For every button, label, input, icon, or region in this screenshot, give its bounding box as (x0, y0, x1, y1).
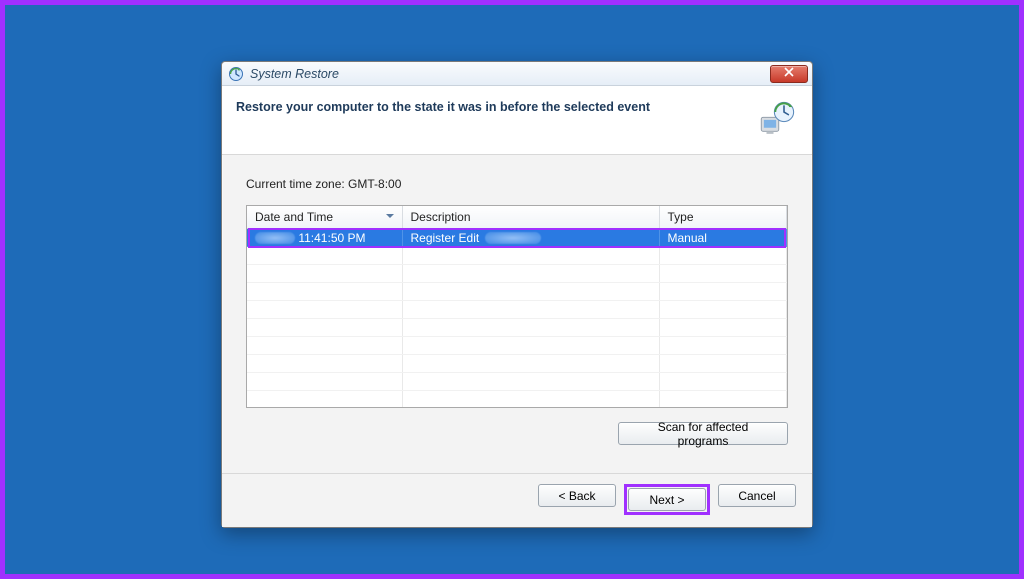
wizard-content: Current time zone: GMT-8:00 Date and Tim… (222, 155, 812, 473)
cell-description: Register Edit (402, 229, 659, 247)
page-heading: Restore your computer to the state it wa… (236, 98, 650, 114)
cell-type: Manual (659, 229, 787, 247)
next-button[interactable]: Next > (628, 488, 706, 511)
system-restore-window: System Restore Restore your computer to … (221, 61, 813, 528)
table-row (247, 283, 787, 301)
column-header-date-time[interactable]: Date and Time (247, 206, 402, 229)
restore-point-row[interactable]: 11:41:50 PM Register Edit Manual (247, 229, 787, 247)
redacted-description-suffix (485, 232, 541, 244)
close-icon (784, 67, 794, 80)
cell-date-time: 11:41:50 PM (247, 229, 402, 247)
column-header-label: Date and Time (255, 210, 333, 224)
window-title: System Restore (250, 67, 764, 81)
column-header-label: Type (668, 210, 694, 224)
back-button[interactable]: < Back (538, 484, 616, 507)
sort-descending-icon (386, 214, 394, 218)
column-header-label: Description (411, 210, 471, 224)
redacted-date (255, 232, 295, 244)
table-row (247, 373, 787, 391)
cancel-button[interactable]: Cancel (718, 484, 796, 507)
table-row (247, 355, 787, 373)
scan-row: Scan for affected programs (246, 422, 788, 445)
table-row (247, 301, 787, 319)
cell-description-text: Register Edit (411, 231, 480, 245)
column-header-description[interactable]: Description (402, 206, 659, 229)
close-button[interactable] (770, 65, 808, 83)
table-row (247, 319, 787, 337)
column-header-type[interactable]: Type (659, 206, 787, 229)
table-row (247, 265, 787, 283)
table-row (247, 391, 787, 409)
wizard-header: Restore your computer to the state it wa… (222, 86, 812, 155)
restore-points-table: Date and Time Description Type (246, 205, 788, 408)
title-bar: System Restore (222, 62, 812, 86)
system-restore-icon (228, 66, 244, 82)
cell-type-text: Manual (668, 231, 707, 245)
timezone-label: Current time zone: GMT-8:00 (246, 177, 788, 191)
system-restore-large-icon (756, 98, 798, 140)
annotation-highlight-next: Next > (624, 484, 710, 515)
scan-affected-programs-button[interactable]: Scan for affected programs (618, 422, 788, 445)
table-row (247, 247, 787, 265)
cell-time-text: 11:41:50 PM (298, 231, 365, 245)
table-row (247, 337, 787, 355)
wizard-footer: < Back Next > Cancel (222, 473, 812, 527)
